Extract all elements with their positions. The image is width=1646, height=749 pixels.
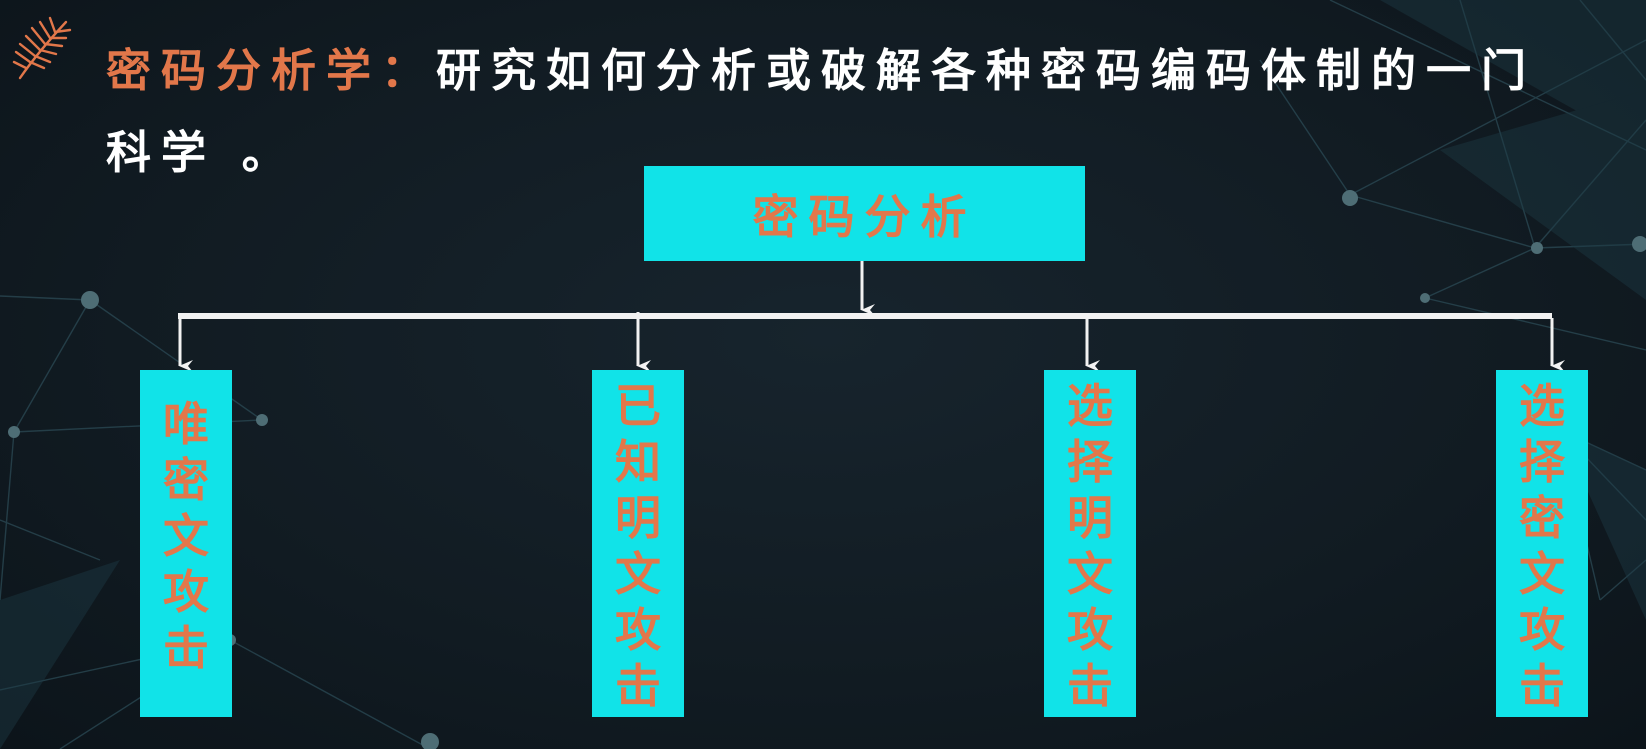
child-node-label: 已知明文攻击 [615,379,661,713]
child-node-label: 选择明文攻击 [1067,379,1113,713]
child-node-chosen-ciphertext: 选择密文攻击 [1496,370,1588,717]
child-node-known-plaintext: 已知明文攻击 [592,370,684,717]
slide: 密码分析学：研究如何分析或破解各种密码编码体制的一门 科学 。 密码分析 唯密文… [0,0,1646,749]
child-node-label: 唯密文攻击 [163,397,209,675]
root-node: 密码分析 [644,166,1085,261]
child-node-chosen-plaintext: 选择明文攻击 [1044,370,1136,717]
child-node-label: 选择密文攻击 [1519,379,1565,713]
child-node-ciphertext-only: 唯密文攻击 [140,370,232,717]
tree-connectors [178,259,1565,372]
root-node-label: 密码分析 [752,189,977,244]
